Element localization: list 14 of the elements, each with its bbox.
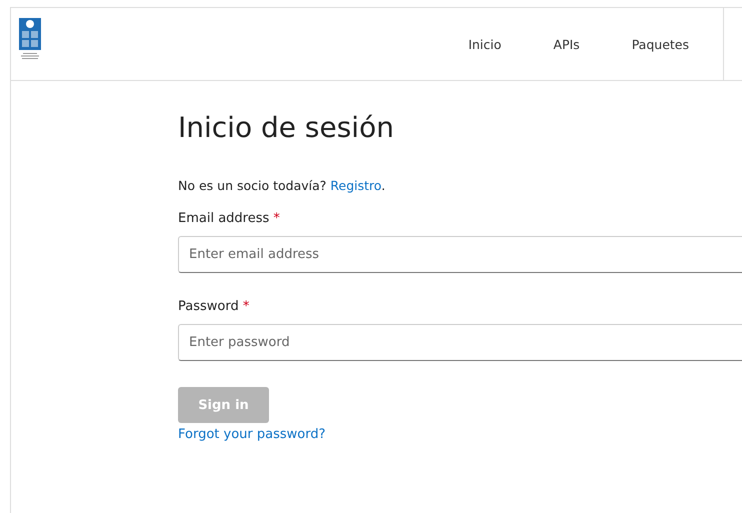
forgot-password-link[interactable]: Forgot your password?: [178, 427, 326, 442]
required-mark: *: [242, 299, 250, 314]
register-link[interactable]: Registro: [330, 178, 382, 193]
required-mark: *: [273, 211, 280, 226]
input-field[interactable]: Enter email address: [178, 236, 742, 273]
input-field[interactable]: Enter password: [178, 324, 742, 361]
nav-link[interactable]: APIs: [501, 8, 580, 80]
field-label: Email address *: [178, 211, 281, 226]
nav-link[interactable]: Paquetes: [580, 8, 689, 80]
page-title: Inicio de sesión: [178, 111, 395, 144]
field-label: Password *: [178, 299, 250, 314]
signup-prompt: No es un socio todavía? Registro.: [178, 178, 386, 193]
nav-link[interactable]: Inicio: [468, 8, 502, 80]
logo-icon: [19, 18, 41, 60]
